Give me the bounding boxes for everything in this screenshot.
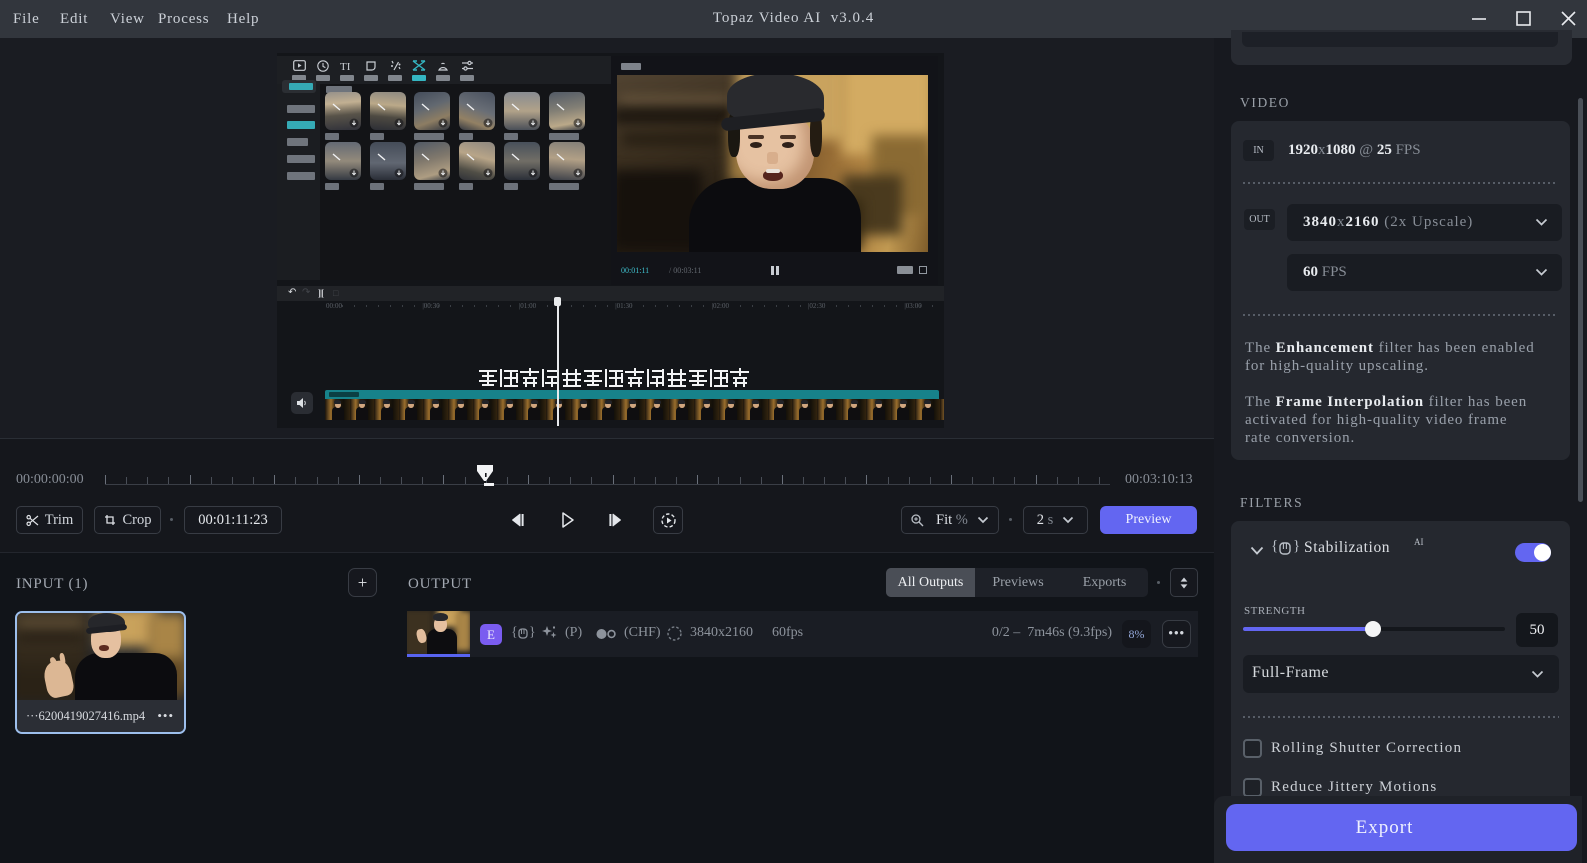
svg-text:TI: TI (340, 61, 351, 72)
